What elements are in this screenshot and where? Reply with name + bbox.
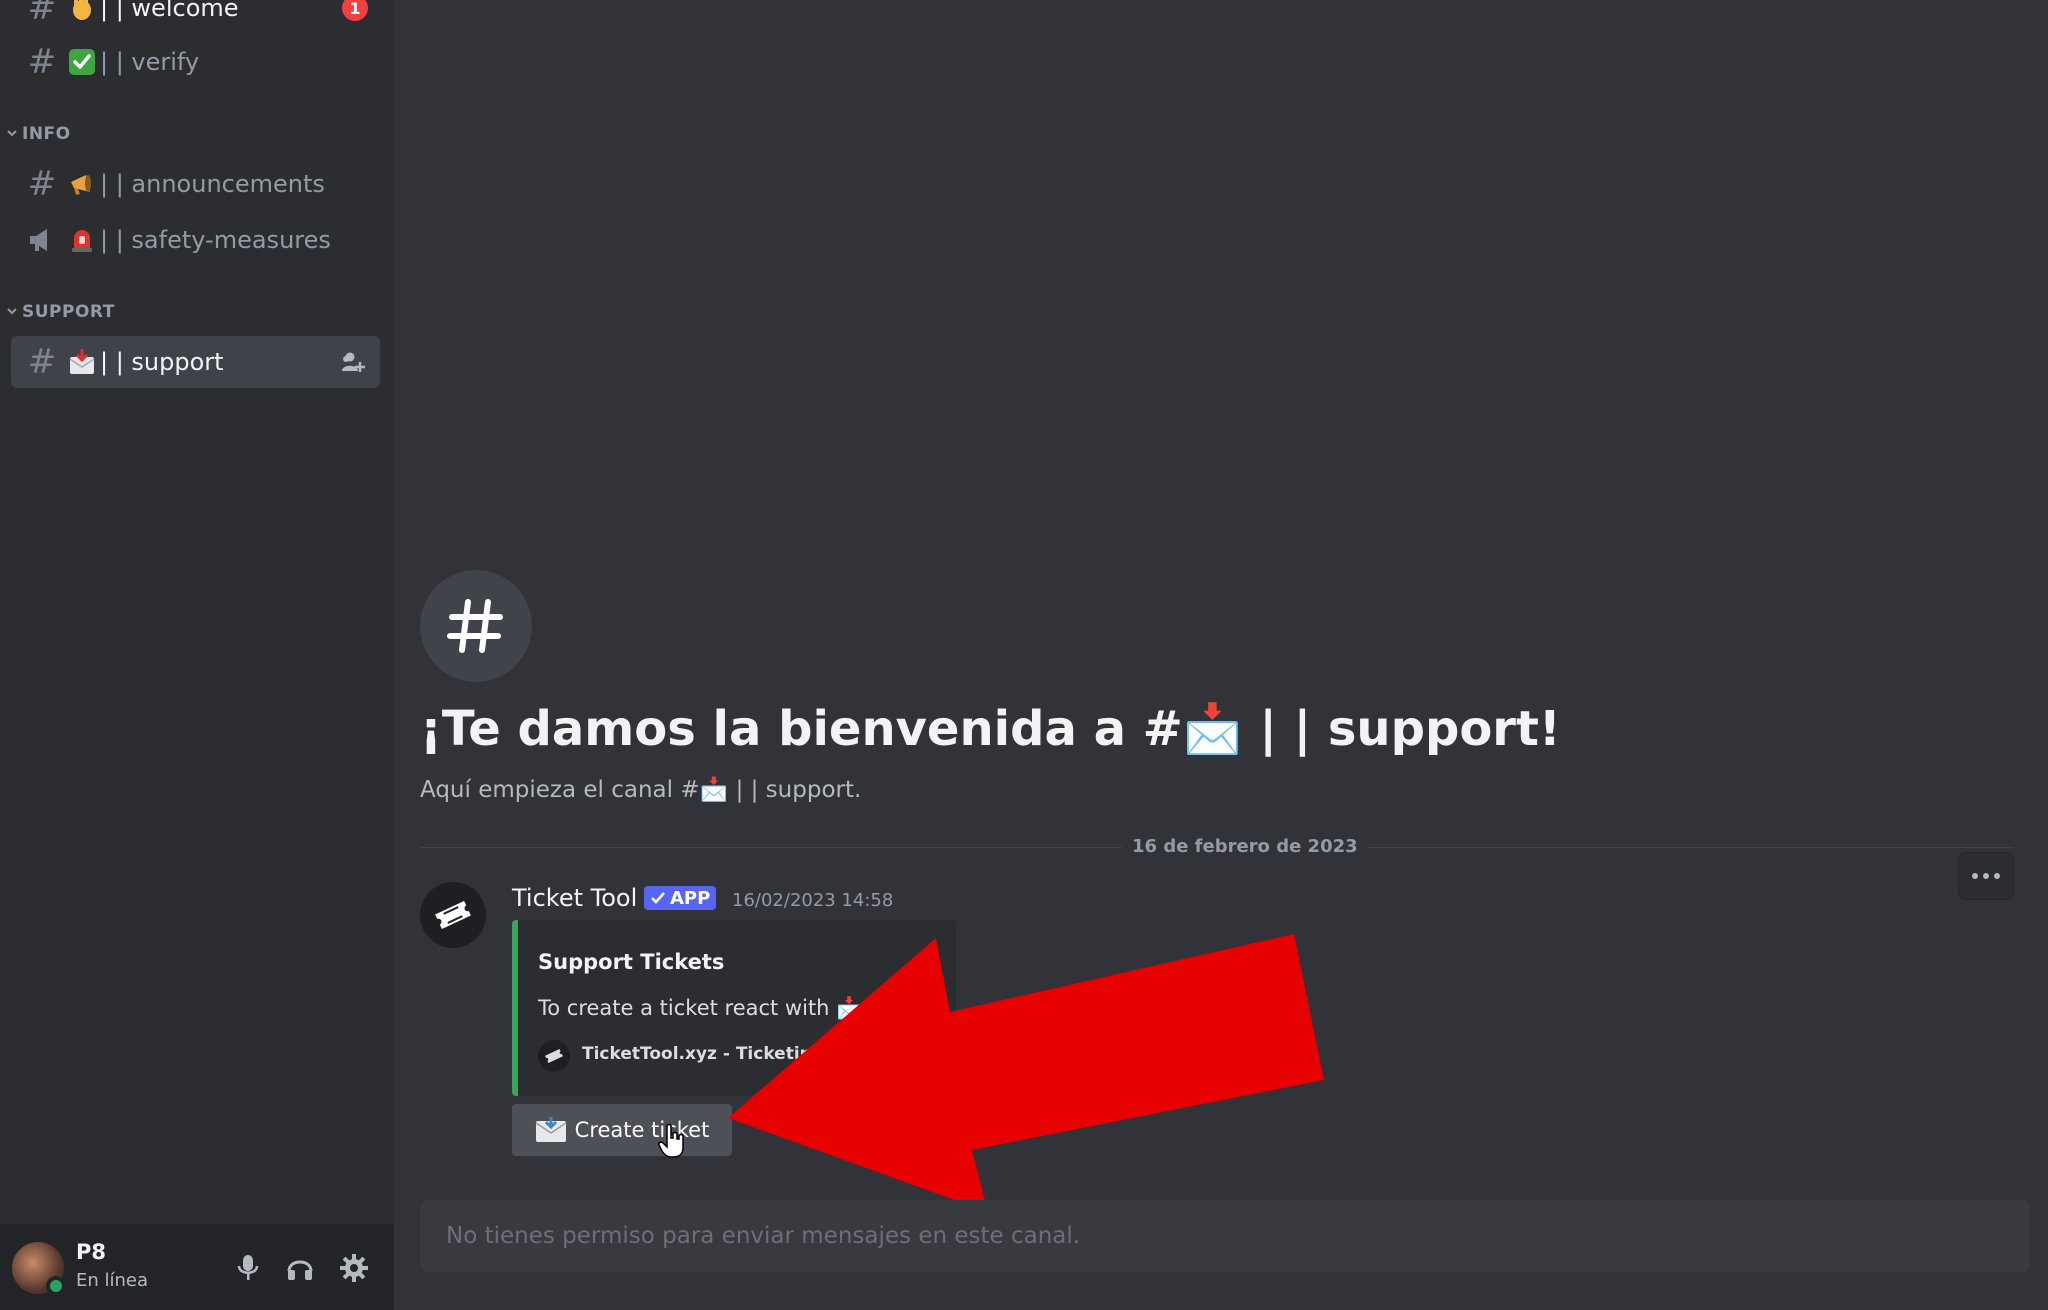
add-member-icon[interactable] [340, 349, 366, 375]
settings-button[interactable] [334, 1248, 374, 1288]
envelope-icon [535, 1117, 567, 1142]
chevron-down-icon [6, 126, 18, 142]
microphone-button[interactable] [228, 1248, 268, 1288]
channel-support[interactable]: # | | support [11, 336, 380, 388]
channel-safety-measures[interactable]: | | safety-measures [11, 214, 380, 266]
hash-icon: # [27, 164, 57, 204]
hash-icon: # [27, 0, 57, 28]
create-ticket-button[interactable]: Create ticket [512, 1104, 732, 1156]
channel-label: | | safety-measures [100, 226, 331, 254]
message-composer[interactable]: No tienes permiso para enviar mensajes e… [420, 1200, 2030, 1272]
channel-hash-icon [420, 570, 532, 682]
embed-title: Support Tickets [538, 950, 725, 974]
headphones-icon [287, 1260, 313, 1280]
ticket-footer-icon [538, 1040, 570, 1072]
username: P8 [76, 1240, 107, 1264]
channel-label: | | verify [100, 48, 200, 76]
announcement-channel-icon [26, 224, 58, 256]
embed-description: To create a ticket react with 📩 [538, 996, 863, 1020]
app-tag: APP [644, 886, 717, 910]
composer-placeholder: No tienes permiso para enviar mensajes e… [446, 1223, 1081, 1249]
chevron-down-icon [6, 304, 18, 320]
microphone-icon [237, 1255, 259, 1280]
channel-welcome[interactable]: # | | welcome 1 [11, 0, 380, 34]
message-author[interactable]: Ticket Tool [512, 884, 637, 912]
app-tag-label: APP [670, 887, 711, 909]
date-divider-label: 16 de febrero de 2023 [1122, 836, 1368, 857]
chat-area: ¡Te damos la bienvenida a #📩 | | support… [394, 0, 2048, 1310]
channel-announcements[interactable]: # | | announcements [11, 158, 380, 210]
channel-sidebar: # | | welcome 1 # | | verify INFO # | | … [0, 0, 394, 1310]
waving-hand-icon [68, 0, 96, 22]
category-label: INFO [22, 124, 71, 144]
gear-icon [340, 1254, 368, 1282]
headphones-button[interactable] [280, 1248, 320, 1288]
category-label: SUPPORT [22, 302, 115, 322]
user-status: En línea [76, 1270, 149, 1291]
message-embed: Support Tickets To create a ticket react… [512, 920, 956, 1096]
bot-avatar[interactable] [420, 882, 486, 948]
channel-verify[interactable]: # | | verify [11, 36, 380, 88]
more-options-button[interactable] [1958, 852, 2014, 900]
verified-check-icon [651, 892, 665, 904]
welcome-title: ¡Te damos la bienvenida a #📩 | | support… [420, 701, 1561, 757]
unread-badge: 1 [342, 0, 368, 21]
hash-icon: # [27, 42, 57, 82]
megaphone-icon [68, 170, 96, 198]
ticket-icon [435, 900, 471, 930]
siren-icon [68, 226, 96, 254]
welcome-subtitle: Aquí empieza el canal #📩 | | support. [420, 777, 862, 803]
envelope-arrow-icon [68, 348, 96, 376]
embed-footer: TicketTool.xyz - Ticketing [582, 1044, 824, 1064]
online-status-icon [46, 1276, 66, 1296]
channel-label: | | welcome [100, 0, 239, 22]
message-timestamp: 16/02/2023 14:58 [732, 890, 894, 911]
ellipsis-icon [1972, 873, 2000, 879]
hand-cursor-icon [658, 1123, 686, 1158]
channel-label: | | support [100, 348, 224, 376]
user-panel: P8 En línea [0, 1224, 394, 1310]
category-info[interactable]: INFO [6, 124, 71, 144]
channel-label: | | announcements [100, 170, 325, 198]
category-support[interactable]: SUPPORT [6, 302, 115, 322]
hash-icon: # [27, 342, 57, 382]
check-mark-icon [68, 48, 96, 76]
create-ticket-label: Create ticket [574, 1118, 710, 1142]
